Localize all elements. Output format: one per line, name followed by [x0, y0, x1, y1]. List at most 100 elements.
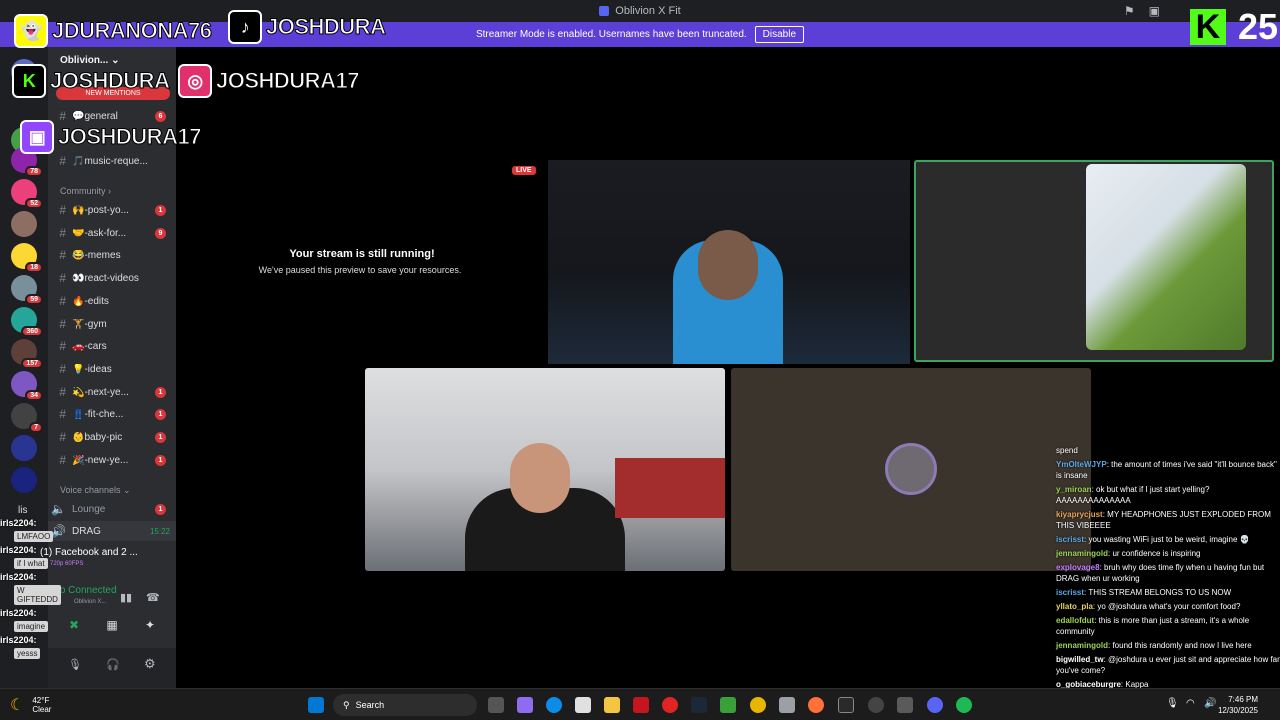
- obs-icon[interactable]: [868, 697, 884, 713]
- hash-icon: #: [59, 294, 66, 308]
- twitch-name: JOSHDURA17: [58, 124, 202, 150]
- weather-widget[interactable]: ☾ 42°F Clear: [10, 695, 51, 715]
- activities-icon[interactable]: ▦: [100, 618, 124, 636]
- video-tile-streamer[interactable]: [548, 160, 910, 364]
- chat-message: LMFAOO: [14, 531, 54, 542]
- server-icon[interactable]: 34: [11, 371, 43, 401]
- video-tile-guest[interactable]: [365, 368, 725, 571]
- task-view-icon[interactable]: [488, 697, 504, 713]
- channel-ask[interactable]: # 🤝-ask-for... 9: [48, 223, 176, 243]
- settings-icon[interactable]: [779, 697, 795, 713]
- soundboard-icon[interactable]: ✦: [138, 618, 162, 636]
- channel-edits[interactable]: # 🔥-edits: [48, 291, 176, 311]
- channel-badge: 9: [155, 227, 166, 239]
- channel-name: Lounge: [72, 503, 106, 515]
- voice-channel-lounge[interactable]: 🔈 Lounge 1: [48, 499, 176, 519]
- chat-text: : found this randomly and now I live her…: [1108, 641, 1252, 650]
- server-icon[interactable]: 360: [11, 307, 43, 337]
- chat-username: YmOlteWJYP: [1056, 460, 1107, 469]
- kick-icon: K: [12, 64, 46, 98]
- epic-games-icon[interactable]: [838, 697, 854, 713]
- channel-memes[interactable]: # 😂-memes: [48, 245, 176, 265]
- chrome-icon[interactable]: [750, 697, 766, 713]
- hash-icon: #: [59, 154, 66, 168]
- channel-new-year[interactable]: # 🎉-new-ye... 1: [48, 450, 176, 470]
- server-badge: 157: [21, 358, 43, 369]
- category-voice[interactable]: Voice channels ⌄: [60, 485, 131, 496]
- discord-icon[interactable]: [927, 697, 943, 713]
- channel-name: 👶baby-pic: [72, 431, 123, 443]
- chat-username: iscrisst: [1056, 535, 1085, 544]
- settings-gear-icon[interactable]: ⚙: [144, 656, 156, 672]
- channel-ideas[interactable]: # 💡-ideas: [48, 359, 176, 379]
- microphone-tray-icon[interactable]: 🎙: [1166, 698, 1179, 709]
- firefox-icon[interactable]: [808, 697, 824, 713]
- volume-icon[interactable]: 🔊: [1204, 698, 1216, 709]
- server-icon[interactable]: 7: [11, 403, 43, 433]
- start-icon[interactable]: [308, 697, 324, 713]
- steam-icon[interactable]: [691, 697, 707, 713]
- category-community[interactable]: Community ›: [60, 186, 111, 196]
- server-icon[interactable]: [11, 435, 37, 461]
- server-icon[interactable]: 18: [11, 243, 43, 273]
- chat-message: y_miroan: ok but what if I just start ye…: [1056, 484, 1280, 506]
- server-icon[interactable]: [11, 211, 37, 237]
- server-icon[interactable]: 59: [11, 275, 43, 305]
- chat-username: irls2204:: [0, 635, 37, 645]
- copilot-icon[interactable]: [517, 697, 533, 713]
- search-label: Search: [355, 700, 385, 710]
- server-icon[interactable]: 52: [11, 179, 43, 209]
- channel-music[interactable]: # 🎵music-reque...: [48, 151, 176, 171]
- server-badge: 34: [25, 390, 43, 401]
- camera-icon[interactable]: ✖: [62, 618, 86, 636]
- server-icon[interactable]: [11, 467, 37, 493]
- kick-logo-icon: K: [1189, 8, 1226, 46]
- server-icon[interactable]: 157: [11, 339, 43, 369]
- connected-server: Oblivion X...: [74, 599, 107, 605]
- left-chat-overlay: irls2204: LMFAOO irls2204: if I what irl…: [0, 518, 61, 662]
- server-badge: 52: [25, 198, 43, 209]
- store-icon[interactable]: [575, 697, 591, 713]
- wifi-icon[interactable]: ◠: [1186, 698, 1195, 709]
- soundwave-icon[interactable]: ▮▮: [120, 591, 132, 604]
- edge-icon[interactable]: [546, 697, 562, 713]
- disable-streamer-mode-button[interactable]: Disable: [754, 26, 805, 43]
- channel-post[interactable]: # 🙌-post-yo... 1: [48, 200, 176, 220]
- channel-cars[interactable]: # 🚗-cars: [48, 336, 176, 356]
- channel-next-year[interactable]: # 💫-next-ye... 1: [48, 382, 176, 402]
- channel-gym[interactable]: # 🏋-gym: [48, 314, 176, 334]
- chat-overlay: spend YmOlteWJYP: the amount of times i'v…: [1056, 445, 1280, 693]
- xbox-icon[interactable]: [720, 697, 736, 713]
- taskbar-search[interactable]: ⚲ Search: [333, 694, 477, 716]
- headset-icon[interactable]: 🎧: [106, 658, 120, 671]
- netflix-icon[interactable]: [633, 697, 649, 713]
- channel-badge: 1: [155, 431, 166, 443]
- opera-icon[interactable]: [662, 697, 678, 713]
- system-clock[interactable]: 7:46 PM 12/30/2025: [1218, 694, 1258, 716]
- media-player-icon[interactable]: [897, 697, 913, 713]
- kick-handle: K JOSHDURA: [12, 64, 170, 98]
- channel-fit-check[interactable]: # 👖-fit-che... 1: [48, 404, 176, 424]
- twitch-handle: ▣ JOSHDURA17: [20, 120, 202, 154]
- chat-message: YmOlteWJYP: the amount of times i've sai…: [1056, 459, 1280, 481]
- video-tile-screen[interactable]: [914, 160, 1274, 362]
- channel-badge: 1: [155, 408, 166, 420]
- chat-message: bigwilled_tw: @joshdura u ever just sit …: [1056, 654, 1280, 676]
- channel-react-videos[interactable]: # 👀react-videos: [48, 268, 176, 288]
- spotify-icon[interactable]: [956, 697, 972, 713]
- microphone-icon[interactable]: 🎙: [68, 658, 82, 671]
- instagram-handle: ◎ JOSHDURA17: [178, 64, 360, 98]
- lis-label: lis: [18, 505, 28, 516]
- inbox-icon[interactable]: ▣: [1149, 4, 1160, 18]
- channel-baby-pic[interactable]: # 👶baby-pic 1: [48, 427, 176, 447]
- file-explorer-icon[interactable]: [604, 697, 620, 713]
- server-badge: 7: [29, 422, 43, 433]
- channel-badge: 1: [155, 386, 166, 398]
- pin-icon[interactable]: ⚑: [1124, 4, 1135, 18]
- voice-channel-drag[interactable]: 🔊 DRAG 15:22: [48, 521, 176, 541]
- hash-icon: #: [59, 430, 66, 444]
- chat-message: yesss: [14, 648, 41, 659]
- hash-icon: #: [59, 317, 66, 331]
- channel-name: 💡-ideas: [72, 363, 112, 375]
- disconnect-icon[interactable]: ☎: [146, 591, 160, 604]
